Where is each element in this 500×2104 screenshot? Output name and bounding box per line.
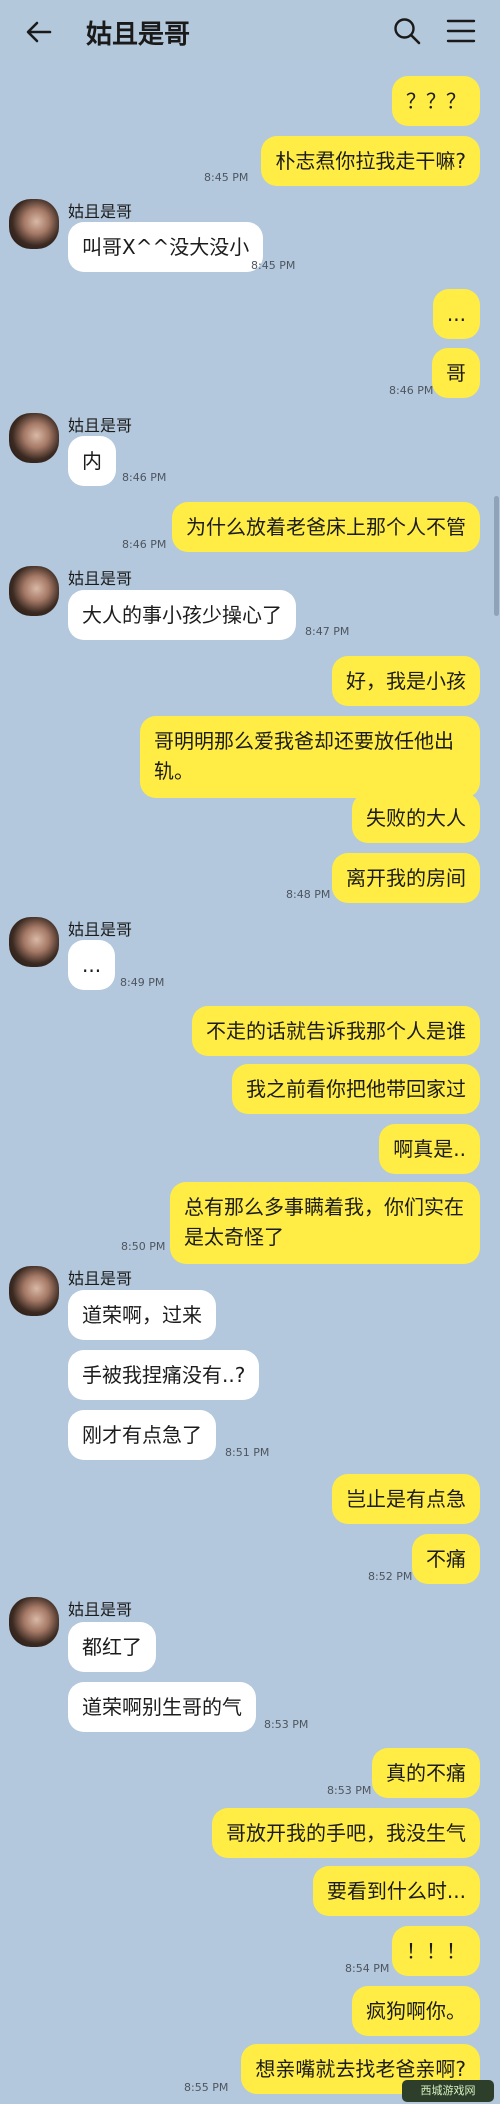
message-bubble-sent[interactable]: 岂止是有点急 <box>332 1474 480 1524</box>
message-timestamp: 8:51 PM <box>225 1446 270 1459</box>
message-timestamp: 8:46 PM <box>122 538 167 551</box>
contact-avatar[interactable] <box>9 413 59 463</box>
contact-avatar[interactable] <box>9 566 59 616</box>
message-timestamp: 8:54 PM <box>345 1962 390 1975</box>
message-timestamp: 8:55 PM <box>184 2081 229 2094</box>
message-bubble-sent[interactable]: ？？？ <box>392 76 480 126</box>
message-bubble-received[interactable]: 都红了 <box>68 1622 156 1672</box>
message-bubble-received[interactable]: ... <box>68 940 116 990</box>
search-icon[interactable] <box>392 16 422 46</box>
message-bubble-sent[interactable]: 不走的话就告诉我那个人是谁 <box>192 1006 480 1056</box>
message-timestamp: 8:52 PM <box>368 1570 413 1583</box>
back-arrow-icon[interactable] <box>24 17 54 47</box>
message-bubble-received[interactable]: 刚才有点急了 <box>68 1410 216 1460</box>
message-timestamp: 8:45 PM <box>251 259 296 272</box>
message-bubble-sent[interactable]: 哥放开我的手吧，我没生气 <box>212 1808 480 1858</box>
chat-scrollbar[interactable] <box>494 496 499 616</box>
message-bubble-sent[interactable]: ... <box>432 289 480 339</box>
message-timestamp: 8:53 PM <box>327 1784 372 1797</box>
sender-name: 姑且是哥 <box>68 1600 133 1619</box>
watermark-logo: 西城游戏网 <box>402 2080 494 2102</box>
message-timestamp: 8:49 PM <box>120 976 165 989</box>
message-bubble-sent[interactable]: 不痛 <box>412 1534 480 1584</box>
message-timestamp: 8:45 PM <box>204 171 249 184</box>
contact-avatar[interactable] <box>9 917 59 967</box>
message-bubble-sent[interactable]: ！！！ <box>392 1926 480 1976</box>
message-bubble-received[interactable]: 道荣啊别生哥的气 <box>68 1682 256 1732</box>
message-timestamp: 8:46 PM <box>122 471 167 484</box>
message-bubble-sent[interactable]: 哥明明那么爱我爸却还要放任他出轨。 <box>140 716 480 798</box>
sender-name: 姑且是哥 <box>68 202 133 221</box>
sender-name: 姑且是哥 <box>68 1269 133 1288</box>
menu-icon[interactable] <box>446 18 476 44</box>
message-bubble-sent[interactable]: 疯狗啊你。 <box>352 1986 480 2036</box>
chat-title: 姑且是哥 <box>86 20 191 50</box>
message-bubble-received[interactable]: 内 <box>68 436 116 486</box>
message-bubble-sent[interactable]: 总有那么多事瞒着我，你们实在是太奇怪了 <box>170 1182 480 1264</box>
message-bubble-received[interactable]: 大人的事小孩少操心了 <box>68 590 296 640</box>
message-bubble-sent[interactable]: 要看到什么时... <box>312 1866 480 1916</box>
message-timestamp: 8:47 PM <box>305 625 350 638</box>
message-timestamp: 8:46 PM <box>389 384 434 397</box>
message-bubble-sent[interactable]: 啊真是.. <box>379 1124 480 1174</box>
sender-name: 姑且是哥 <box>68 416 133 435</box>
message-timestamp: 8:53 PM <box>264 1718 309 1731</box>
message-timestamp: 8:48 PM <box>286 888 331 901</box>
message-bubble-sent[interactable]: 失败的大人 <box>352 793 480 843</box>
contact-avatar[interactable] <box>9 1266 59 1316</box>
message-bubble-sent[interactable]: 哥 <box>432 348 480 398</box>
message-bubble-sent[interactable]: 为什么放着老爸床上那个人不管 <box>172 502 480 552</box>
message-timestamp: 8:50 PM <box>121 1240 166 1253</box>
contact-avatar[interactable] <box>9 1597 59 1647</box>
sender-name: 姑且是哥 <box>68 920 133 939</box>
message-bubble-sent[interactable]: 真的不痛 <box>372 1748 480 1798</box>
message-bubble-received[interactable]: 道荣啊，过来 <box>68 1290 216 1340</box>
message-bubble-sent[interactable]: 我之前看你把他带回家过 <box>232 1064 480 1114</box>
chat-header: 姑且是哥 <box>0 0 500 62</box>
message-bubble-received[interactable]: 手被我捏痛没有..? <box>68 1350 260 1400</box>
sender-name: 姑且是哥 <box>68 569 133 588</box>
message-bubble-sent[interactable]: 好，我是小孩 <box>332 656 480 706</box>
contact-avatar[interactable] <box>9 199 59 249</box>
message-bubble-received[interactable]: 叫哥X^^没大没小 <box>68 222 264 272</box>
message-bubble-sent[interactable]: 离开我的房间 <box>332 853 480 903</box>
message-bubble-sent[interactable]: 朴志焄你拉我走干嘛? <box>261 136 480 186</box>
